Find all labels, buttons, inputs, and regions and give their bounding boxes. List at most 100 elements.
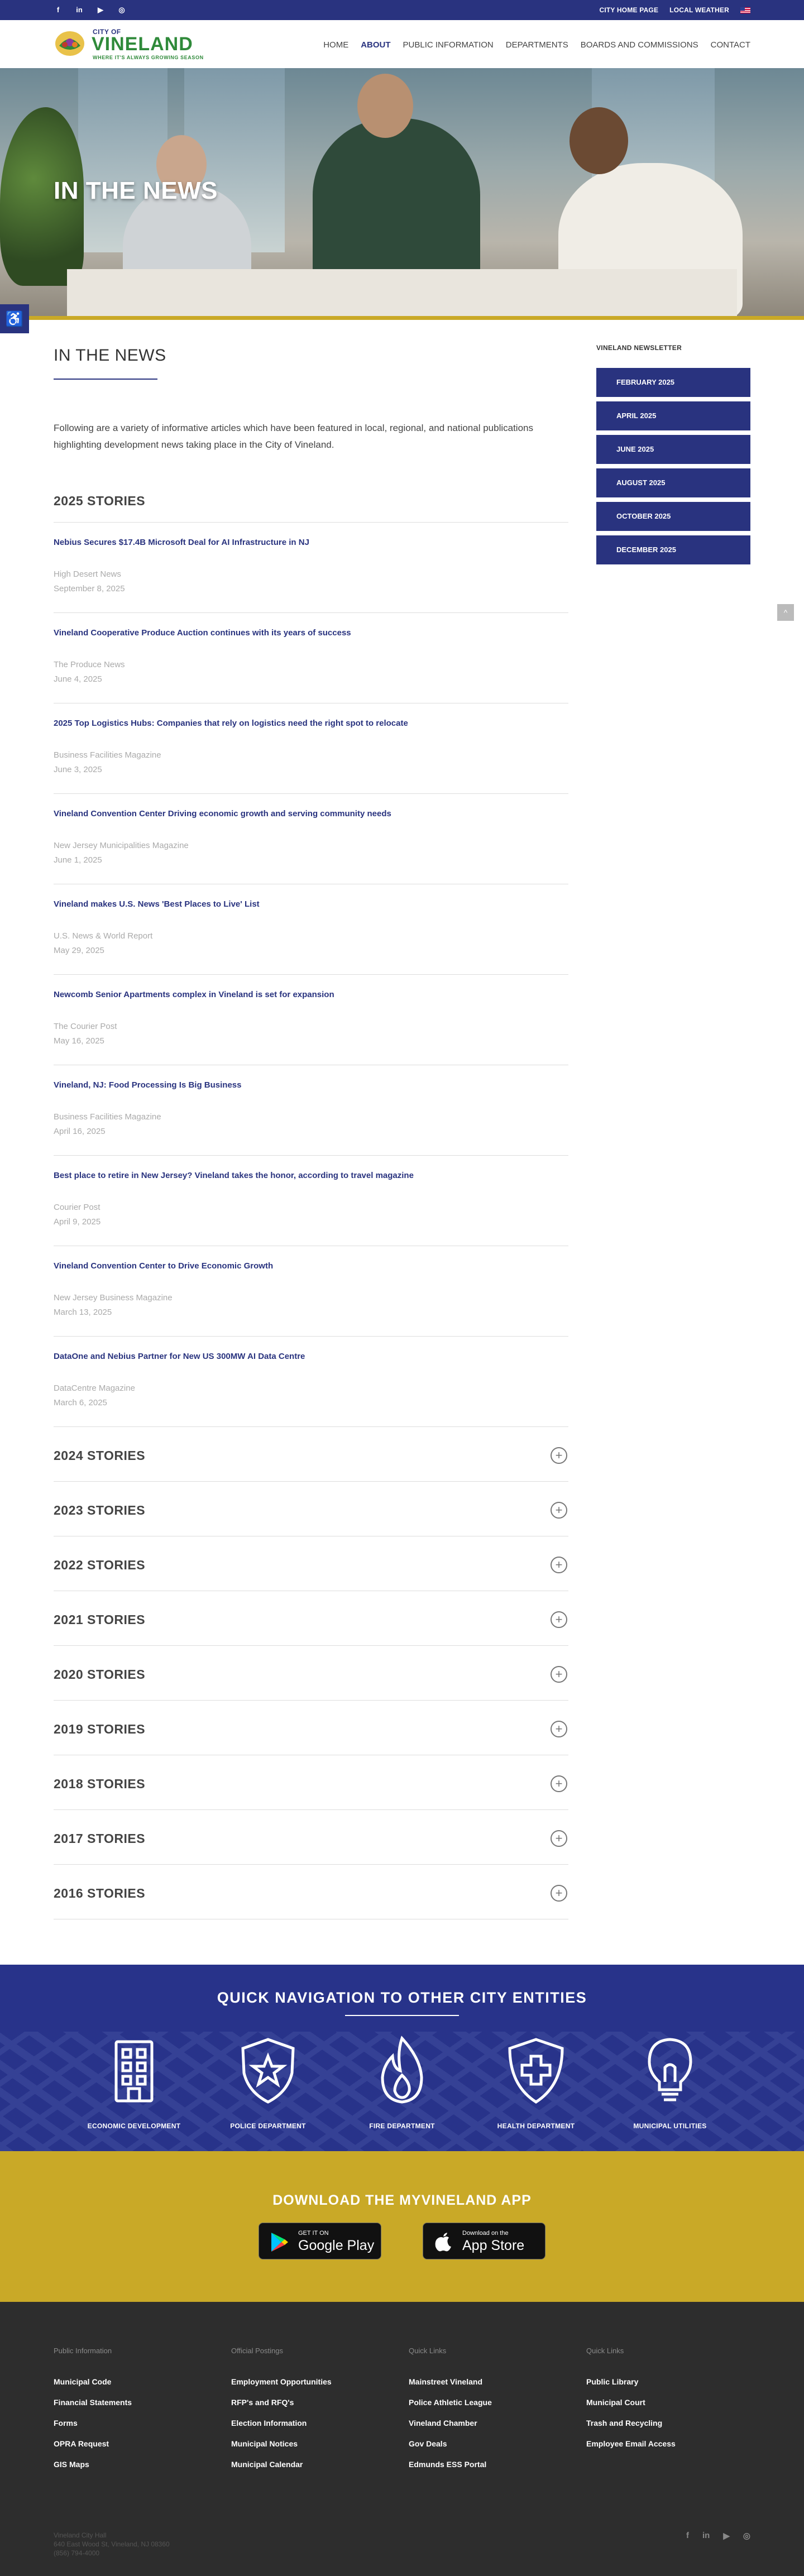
story-item: Newcomb Senior Apartments complex in Vin… xyxy=(54,975,568,1065)
newsletter-october-2025-button[interactable]: OCTOBER 2025 xyxy=(596,502,750,531)
story-headline-link[interactable]: Newcomb Senior Apartments complex in Vin… xyxy=(54,990,334,999)
footer-link[interactable]: RFP's and RFQ's xyxy=(231,2398,399,2419)
flame-icon xyxy=(381,2036,423,2104)
instagram-icon[interactable]: ◎ xyxy=(117,6,126,15)
accordion-label: 2017 STORIES xyxy=(54,1831,146,1846)
accordion-2023-stories[interactable]: 2023 STORIES + xyxy=(54,1482,568,1536)
story-date: April 16, 2025 xyxy=(54,1127,106,1136)
app-store-badge[interactable]: Download on the App Store xyxy=(423,2223,545,2259)
story-item: Vineland, NJ: Food Processing Is Big Bus… xyxy=(54,1065,568,1156)
nav-public-information[interactable]: PUBLIC INFORMATION xyxy=(403,40,494,50)
footer-link[interactable]: Employee Email Access xyxy=(586,2439,754,2460)
newsletter-april-2025-button[interactable]: APRIL 2025 xyxy=(596,401,750,430)
google-play-badge[interactable]: GET IT ON Google Play xyxy=(259,2223,381,2259)
footer-link[interactable]: Employment Opportunities xyxy=(231,2377,399,2398)
footer-link[interactable]: OPRA Request xyxy=(54,2439,221,2460)
linkedin-icon[interactable]: in xyxy=(702,2531,710,2541)
newsletter-december-2025-button[interactable]: DECEMBER 2025 xyxy=(596,535,750,564)
story-headline-link[interactable]: Nebius Secures $17.4B Microsoft Deal for… xyxy=(54,538,309,547)
quicknav-fire-department[interactable]: FIRE DEPARTMENT xyxy=(346,2034,458,2140)
quicknav-police-department[interactable]: POLICE DEPARTMENT xyxy=(212,2034,324,2140)
accordion-2021-stories[interactable]: 2021 STORIES + xyxy=(54,1591,568,1646)
expand-plus-icon[interactable]: + xyxy=(551,1447,567,1464)
city-logo[interactable]: CITY OF VINELAND WHERE IT'S ALWAYS GROWI… xyxy=(54,26,204,63)
accordion-2024-stories[interactable]: 2024 STORIES + xyxy=(54,1427,568,1482)
story-date: June 3, 2025 xyxy=(54,765,102,774)
quicknav-health-department[interactable]: HEALTH DEPARTMENT xyxy=(480,2034,592,2140)
footer-link[interactable]: Gov Deals xyxy=(409,2439,576,2460)
accordion-2022-stories[interactable]: 2022 STORIES + xyxy=(54,1536,568,1591)
instagram-icon[interactable]: ◎ xyxy=(743,2531,750,2541)
nav-boards-and-commissions[interactable]: BOARDS AND COMMISSIONS xyxy=(581,40,698,50)
newsletter-february-2025-button[interactable]: FEBRUARY 2025 xyxy=(596,368,750,397)
expand-plus-icon[interactable]: + xyxy=(551,1775,567,1792)
story-headline-link[interactable]: Best place to retire in New Jersey? Vine… xyxy=(54,1171,414,1180)
story-headline-link[interactable]: 2025 Top Logistics Hubs: Companies that … xyxy=(54,719,408,728)
scroll-to-top-button[interactable]: ^ xyxy=(777,604,794,621)
story-item: Vineland Cooperative Produce Auction con… xyxy=(54,613,568,703)
footer-link[interactable]: Municipal Notices xyxy=(231,2439,399,2460)
accordion-2017-stories[interactable]: 2017 STORIES + xyxy=(54,1810,568,1865)
accordion-2016-stories[interactable]: 2016 STORIES + xyxy=(54,1865,568,1919)
accessibility-icon[interactable]: ♿ xyxy=(0,304,29,333)
accordion-label: 2024 STORIES xyxy=(54,1448,146,1463)
apple-icon xyxy=(435,2233,451,2252)
footer-link[interactable]: Municipal Code xyxy=(54,2377,221,2398)
footer-link[interactable]: Public Library xyxy=(586,2377,754,2398)
story-headline-link[interactable]: Vineland Convention Center Driving econo… xyxy=(54,809,391,818)
linkedin-icon[interactable]: in xyxy=(75,6,84,15)
nav-home[interactable]: HOME xyxy=(323,40,348,50)
sidebar-newsletter-title: VINELAND NEWSLETTER xyxy=(596,344,682,352)
facebook-icon[interactable]: f xyxy=(686,2531,689,2541)
footer-link[interactable]: Vineland Chamber xyxy=(409,2419,576,2439)
expand-plus-icon[interactable]: + xyxy=(551,1611,567,1628)
expand-plus-icon[interactable]: + xyxy=(551,1885,567,1902)
expand-plus-icon[interactable]: + xyxy=(551,1721,567,1737)
local-weather-link[interactable]: LOCAL WEATHER xyxy=(669,6,729,14)
accordion-2018-stories[interactable]: 2018 STORIES + xyxy=(54,1755,568,1810)
youtube-icon[interactable]: ▶ xyxy=(96,6,105,15)
story-item: DataOne and Nebius Partner for New US 30… xyxy=(54,1337,568,1427)
accordion-2020-stories[interactable]: 2020 STORIES + xyxy=(54,1646,568,1701)
us-flag-icon[interactable] xyxy=(740,7,750,13)
google-play-small-text: GET IT ON xyxy=(298,2230,329,2237)
nav-contact[interactable]: CONTACT xyxy=(711,40,750,50)
footer-link[interactable]: Mainstreet Vineland xyxy=(409,2377,576,2398)
story-date: June 1, 2025 xyxy=(54,855,102,865)
story-headline-link[interactable]: Vineland, NJ: Food Processing Is Big Bus… xyxy=(54,1080,241,1090)
building-icon xyxy=(114,2040,154,2103)
footer-link[interactable]: Police Athletic League xyxy=(409,2398,576,2419)
footer-column-heading: Quick Links xyxy=(586,2347,624,2355)
footer-link[interactable]: Financial Statements xyxy=(54,2398,221,2419)
story-headline-link[interactable]: DataOne and Nebius Partner for New US 30… xyxy=(54,1352,305,1361)
newsletter-june-2025-button[interactable]: JUNE 2025 xyxy=(596,435,750,464)
story-headline-link[interactable]: Vineland Convention Center to Drive Econ… xyxy=(54,1261,273,1271)
footer-link[interactable]: Trash and Recycling xyxy=(586,2419,754,2439)
quicknav-economic-development[interactable]: ECONOMIC DEVELOPMENT xyxy=(78,2034,190,2140)
expand-plus-icon[interactable]: + xyxy=(551,1666,567,1683)
hero-person xyxy=(570,107,628,174)
quicknav-municipal-utilities[interactable]: MUNICIPAL UTILITIES xyxy=(614,2034,726,2140)
accordion-2019-stories[interactable]: 2019 STORIES + xyxy=(54,1701,568,1755)
nav-departments[interactable]: DEPARTMENTS xyxy=(506,40,568,50)
footer-link[interactable]: Election Information xyxy=(231,2419,399,2439)
expand-plus-icon[interactable]: + xyxy=(551,1502,567,1519)
footer-link[interactable]: Edmunds ESS Portal xyxy=(409,2460,576,2481)
expand-plus-icon[interactable]: + xyxy=(551,1557,567,1573)
footer-column-quick-links: Quick Links Mainstreet Vineland Police A… xyxy=(409,2347,576,2481)
footer-link[interactable]: GIS Maps xyxy=(54,2460,221,2481)
facebook-icon[interactable]: f xyxy=(54,6,63,15)
youtube-icon[interactable]: ▶ xyxy=(723,2531,730,2541)
city-home-page-link[interactable]: CITY HOME PAGE xyxy=(599,6,658,14)
nav-about[interactable]: ABOUT xyxy=(361,40,390,50)
footer-social-links: f in ▶ ◎ xyxy=(686,2531,750,2541)
story-headline-link[interactable]: Vineland Cooperative Produce Auction con… xyxy=(54,628,351,638)
story-headline-link[interactable]: Vineland makes U.S. News 'Best Places to… xyxy=(54,899,260,909)
newsletter-august-2025-button[interactable]: AUGUST 2025 xyxy=(596,468,750,497)
footer-link[interactable]: Forms xyxy=(54,2419,221,2439)
footer-link[interactable]: Municipal Calendar xyxy=(231,2460,399,2481)
footer-link[interactable]: Municipal Court xyxy=(586,2398,754,2419)
logo-name: VINELAND xyxy=(92,33,193,55)
expand-plus-icon[interactable]: + xyxy=(551,1830,567,1847)
download-app-title: DOWNLOAD THE MYVINELAND APP xyxy=(272,2192,532,2208)
